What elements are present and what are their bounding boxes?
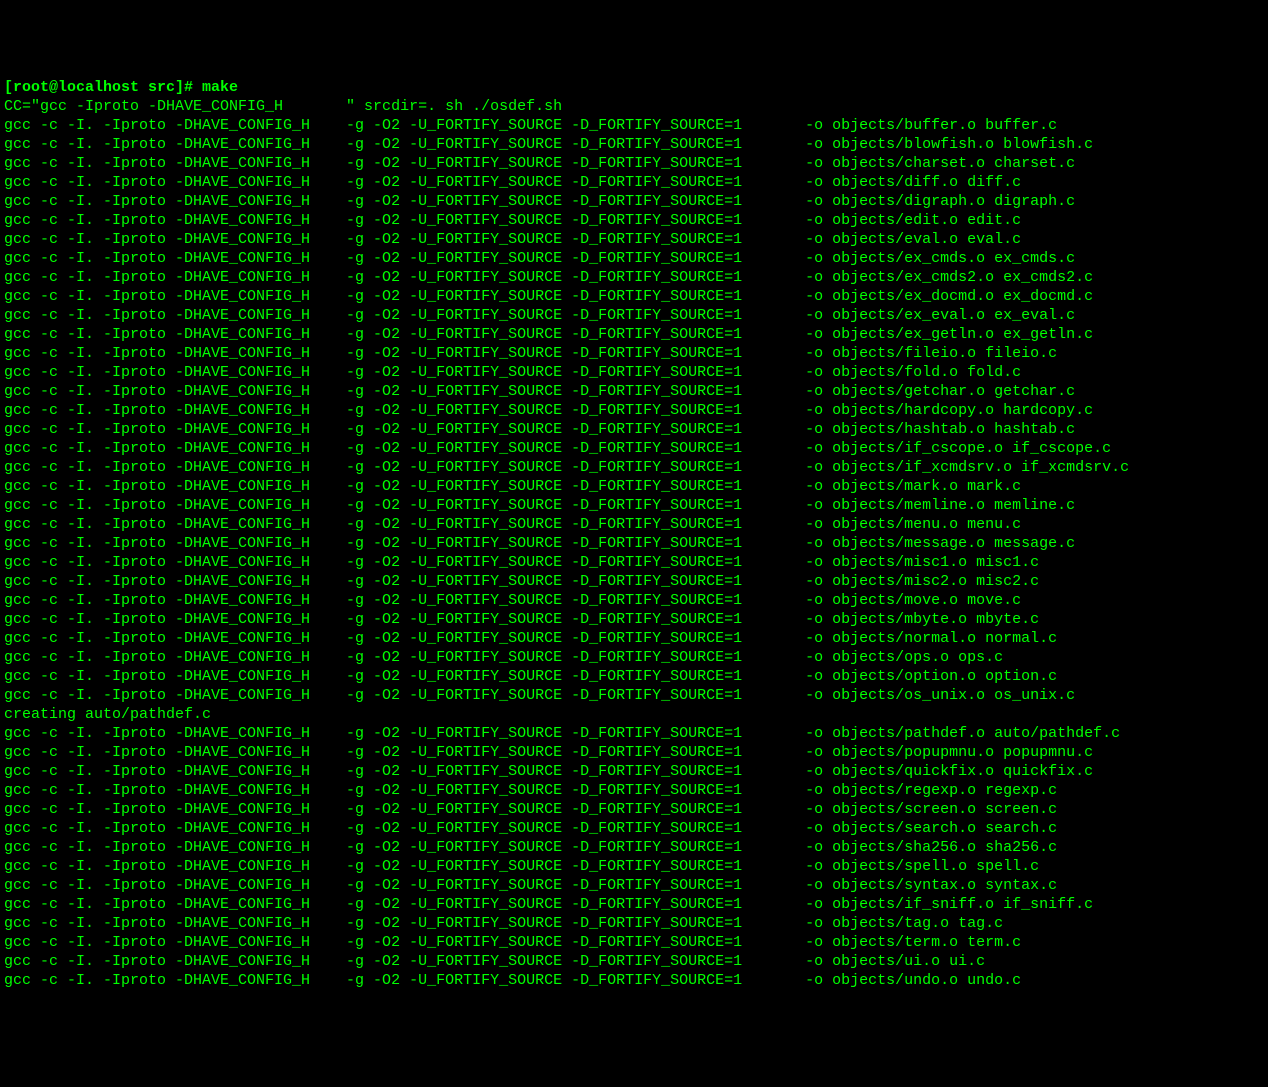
terminal-line: gcc -c -I. -Iproto -DHAVE_CONFIG_H -g -O… <box>4 420 1264 439</box>
terminal-line: gcc -c -I. -Iproto -DHAVE_CONFIG_H -g -O… <box>4 496 1264 515</box>
terminal-line: gcc -c -I. -Iproto -DHAVE_CONFIG_H -g -O… <box>4 933 1264 952</box>
terminal-line: gcc -c -I. -Iproto -DHAVE_CONFIG_H -g -O… <box>4 743 1264 762</box>
terminal-line: gcc -c -I. -Iproto -DHAVE_CONFIG_H -g -O… <box>4 249 1264 268</box>
terminal-line: gcc -c -I. -Iproto -DHAVE_CONFIG_H -g -O… <box>4 781 1264 800</box>
terminal-line: CC="gcc -Iproto -DHAVE_CONFIG_H " srcdir… <box>4 97 1264 116</box>
terminal-line: gcc -c -I. -Iproto -DHAVE_CONFIG_H -g -O… <box>4 458 1264 477</box>
terminal-line: gcc -c -I. -Iproto -DHAVE_CONFIG_H -g -O… <box>4 686 1264 705</box>
terminal-line: gcc -c -I. -Iproto -DHAVE_CONFIG_H -g -O… <box>4 591 1264 610</box>
terminal-line: gcc -c -I. -Iproto -DHAVE_CONFIG_H -g -O… <box>4 857 1264 876</box>
terminal-line: gcc -c -I. -Iproto -DHAVE_CONFIG_H -g -O… <box>4 211 1264 230</box>
terminal-line: gcc -c -I. -Iproto -DHAVE_CONFIG_H -g -O… <box>4 800 1264 819</box>
terminal-line: gcc -c -I. -Iproto -DHAVE_CONFIG_H -g -O… <box>4 876 1264 895</box>
terminal-line: gcc -c -I. -Iproto -DHAVE_CONFIG_H -g -O… <box>4 553 1264 572</box>
terminal-line: gcc -c -I. -Iproto -DHAVE_CONFIG_H -g -O… <box>4 268 1264 287</box>
terminal-line: gcc -c -I. -Iproto -DHAVE_CONFIG_H -g -O… <box>4 724 1264 743</box>
terminal-line: gcc -c -I. -Iproto -DHAVE_CONFIG_H -g -O… <box>4 363 1264 382</box>
terminal-line: gcc -c -I. -Iproto -DHAVE_CONFIG_H -g -O… <box>4 401 1264 420</box>
terminal-line: gcc -c -I. -Iproto -DHAVE_CONFIG_H -g -O… <box>4 306 1264 325</box>
terminal-output[interactable]: [root@localhost src]# makeCC="gcc -Iprot… <box>4 78 1264 990</box>
terminal-line: gcc -c -I. -Iproto -DHAVE_CONFIG_H -g -O… <box>4 952 1264 971</box>
terminal-line: gcc -c -I. -Iproto -DHAVE_CONFIG_H -g -O… <box>4 895 1264 914</box>
terminal-line: gcc -c -I. -Iproto -DHAVE_CONFIG_H -g -O… <box>4 762 1264 781</box>
terminal-line: gcc -c -I. -Iproto -DHAVE_CONFIG_H -g -O… <box>4 629 1264 648</box>
terminal-line: gcc -c -I. -Iproto -DHAVE_CONFIG_H -g -O… <box>4 173 1264 192</box>
terminal-line: gcc -c -I. -Iproto -DHAVE_CONFIG_H -g -O… <box>4 534 1264 553</box>
terminal-line: gcc -c -I. -Iproto -DHAVE_CONFIG_H -g -O… <box>4 477 1264 496</box>
terminal-line: gcc -c -I. -Iproto -DHAVE_CONFIG_H -g -O… <box>4 648 1264 667</box>
terminal-line: gcc -c -I. -Iproto -DHAVE_CONFIG_H -g -O… <box>4 610 1264 629</box>
terminal-line: gcc -c -I. -Iproto -DHAVE_CONFIG_H -g -O… <box>4 192 1264 211</box>
terminal-line: gcc -c -I. -Iproto -DHAVE_CONFIG_H -g -O… <box>4 667 1264 686</box>
terminal-line: gcc -c -I. -Iproto -DHAVE_CONFIG_H -g -O… <box>4 819 1264 838</box>
terminal-line: gcc -c -I. -Iproto -DHAVE_CONFIG_H -g -O… <box>4 572 1264 591</box>
terminal-line: gcc -c -I. -Iproto -DHAVE_CONFIG_H -g -O… <box>4 135 1264 154</box>
terminal-line: creating auto/pathdef.c <box>4 705 1264 724</box>
terminal-line: gcc -c -I. -Iproto -DHAVE_CONFIG_H -g -O… <box>4 116 1264 135</box>
terminal-line: gcc -c -I. -Iproto -DHAVE_CONFIG_H -g -O… <box>4 230 1264 249</box>
terminal-line: gcc -c -I. -Iproto -DHAVE_CONFIG_H -g -O… <box>4 838 1264 857</box>
terminal-line: gcc -c -I. -Iproto -DHAVE_CONFIG_H -g -O… <box>4 439 1264 458</box>
terminal-line: gcc -c -I. -Iproto -DHAVE_CONFIG_H -g -O… <box>4 344 1264 363</box>
terminal-line: [root@localhost src]# make <box>4 78 1264 97</box>
terminal-line: gcc -c -I. -Iproto -DHAVE_CONFIG_H -g -O… <box>4 154 1264 173</box>
terminal-line: gcc -c -I. -Iproto -DHAVE_CONFIG_H -g -O… <box>4 515 1264 534</box>
terminal-line: gcc -c -I. -Iproto -DHAVE_CONFIG_H -g -O… <box>4 287 1264 306</box>
terminal-line: gcc -c -I. -Iproto -DHAVE_CONFIG_H -g -O… <box>4 914 1264 933</box>
terminal-line: gcc -c -I. -Iproto -DHAVE_CONFIG_H -g -O… <box>4 971 1264 990</box>
terminal-line: gcc -c -I. -Iproto -DHAVE_CONFIG_H -g -O… <box>4 325 1264 344</box>
terminal-line: gcc -c -I. -Iproto -DHAVE_CONFIG_H -g -O… <box>4 382 1264 401</box>
